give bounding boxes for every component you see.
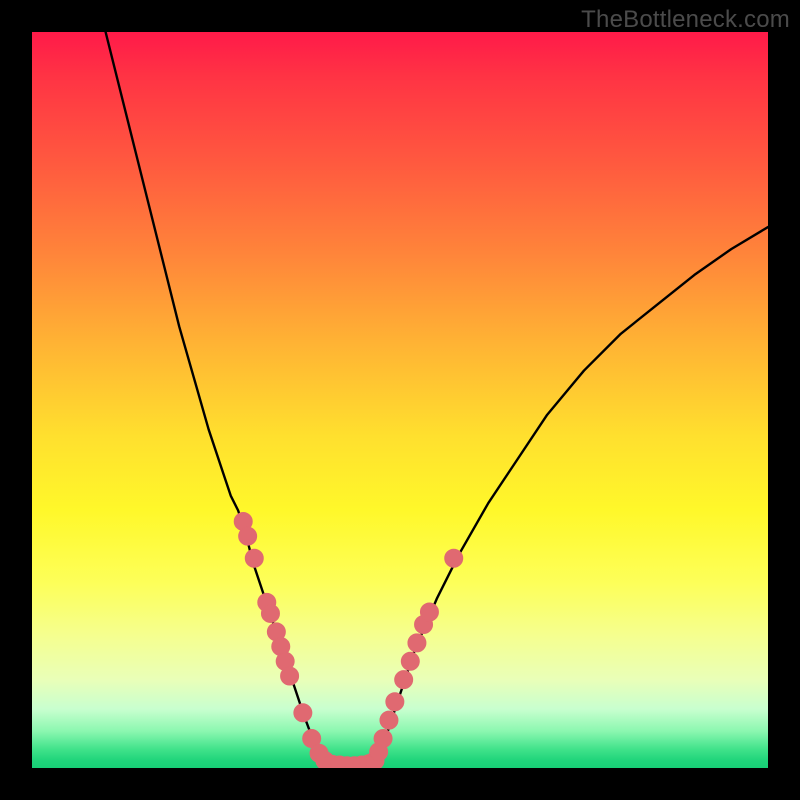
data-point xyxy=(386,693,404,711)
data-point xyxy=(294,704,312,722)
data-point xyxy=(395,671,413,689)
data-point xyxy=(245,549,263,567)
data-point xyxy=(401,652,419,670)
data-point xyxy=(408,634,426,652)
data-point xyxy=(261,604,279,622)
chart-svg xyxy=(32,32,768,768)
data-point xyxy=(281,667,299,685)
data-point xyxy=(420,603,438,621)
watermark-text: TheBottleneck.com xyxy=(581,6,790,34)
data-point xyxy=(380,711,398,729)
data-point xyxy=(239,527,257,545)
plot-area xyxy=(32,32,768,768)
data-point xyxy=(445,549,463,567)
data-point xyxy=(374,730,392,748)
marker-group xyxy=(234,512,463,768)
chart-frame: TheBottleneck.com xyxy=(0,0,800,800)
bottleneck-curve xyxy=(106,32,768,767)
curve-group xyxy=(106,32,768,767)
